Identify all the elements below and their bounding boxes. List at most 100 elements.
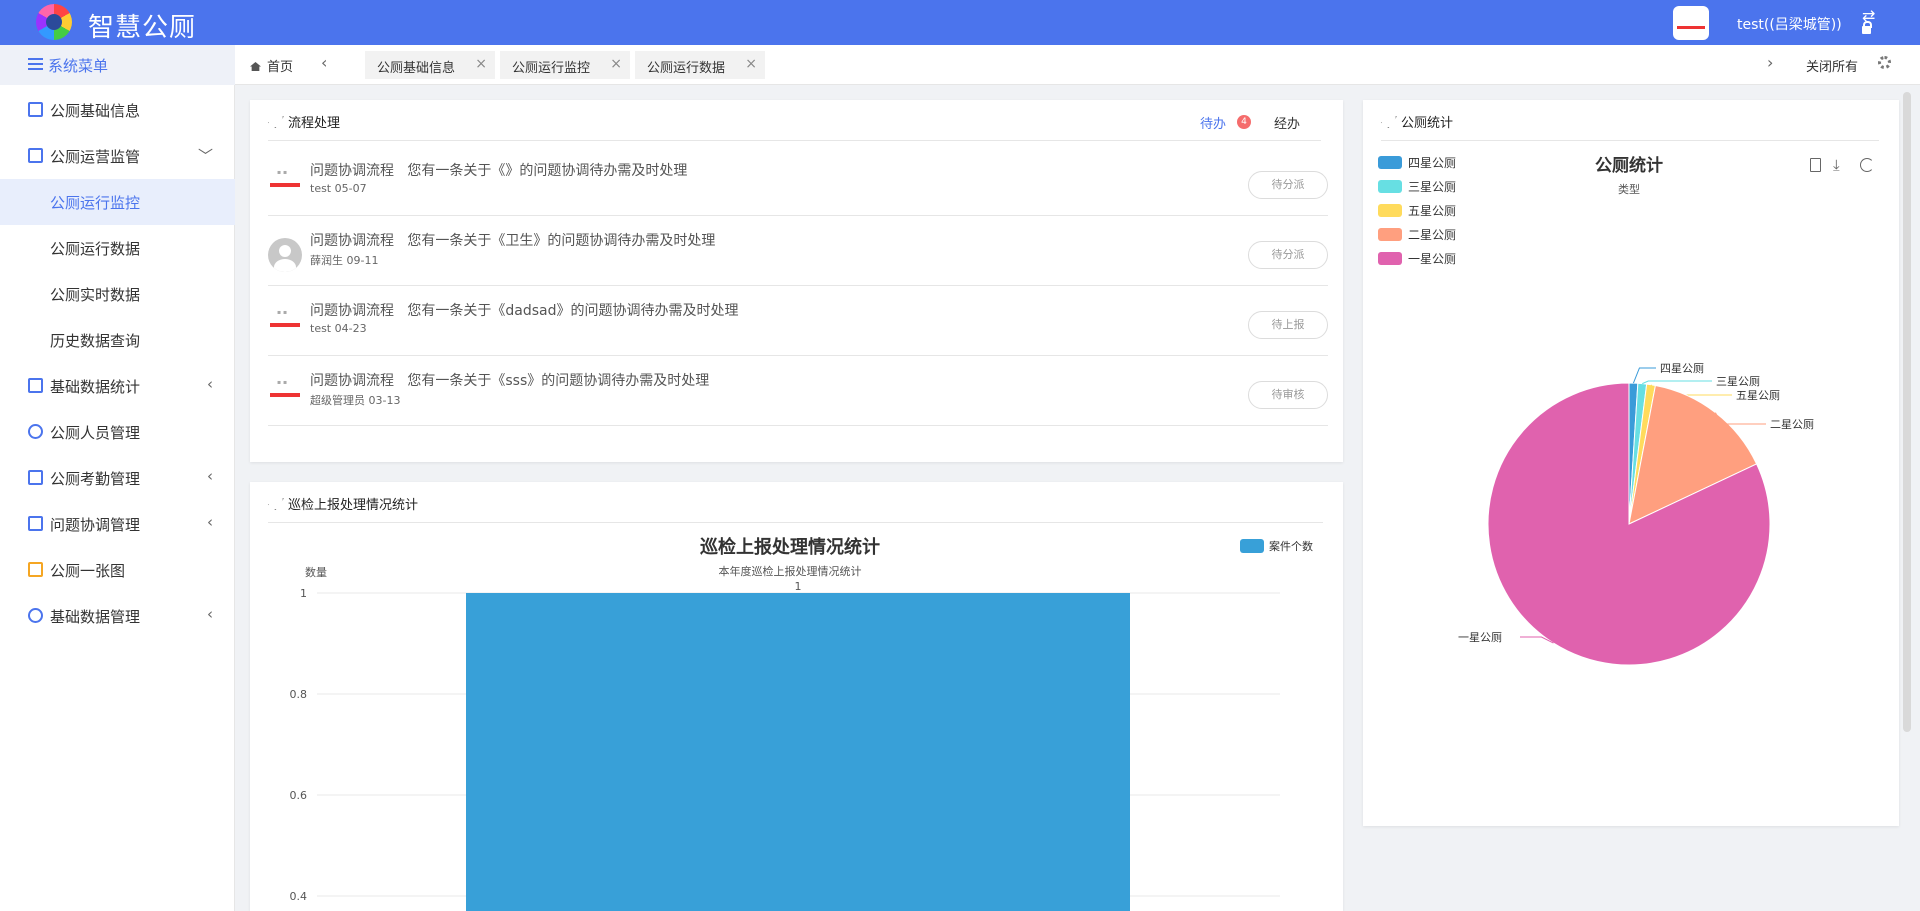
tab-home[interactable]: 首页: [250, 56, 293, 75]
app-logo: [36, 4, 72, 40]
sidebar-item-label: 公厕运营监管: [50, 148, 141, 166]
user-name[interactable]: test((吕梁城管)): [1737, 14, 1842, 34]
top-bar: 智慧公厕 test((吕梁城管)) ⇄: [0, 0, 1920, 45]
avatar: [268, 378, 302, 412]
sidebar-item-label: 公厕人员管理: [50, 424, 141, 442]
tab-next-button[interactable]: ›: [1767, 53, 1773, 72]
send-icon: [266, 116, 284, 128]
tab-basic-info[interactable]: 公厕基础信息 ×: [365, 51, 495, 79]
close-icon[interactable]: ×: [745, 56, 757, 72]
process-title-text: 流程处理: [288, 116, 341, 131]
task-text: 问题协调流程 您有一条关于《卫生》的问题协调待办需及时处理: [310, 233, 716, 249]
avatar: [268, 308, 302, 342]
tab-monitor[interactable]: 公厕运行监控 ×: [500, 51, 630, 79]
slice-label: 三星公厕: [1716, 375, 1760, 388]
sidebar-item-label: 基础数据管理: [50, 608, 141, 626]
sidebar-item-label: 公厕考勤管理: [50, 470, 141, 488]
task-meta: test 04-23: [310, 322, 367, 335]
task-status-button[interactable]: 待上报: [1248, 311, 1328, 339]
bar: [466, 593, 1130, 911]
y-tick-label: 0.6: [290, 789, 308, 802]
slice-label: 四星公厕: [1660, 362, 1704, 375]
task-status-button[interactable]: 待审核: [1248, 381, 1328, 409]
tab-prev-button[interactable]: ‹: [321, 53, 327, 72]
close-icon[interactable]: ×: [610, 56, 622, 72]
legend-label: 三星公厕: [1408, 180, 1456, 194]
process-card: 流程处理 待办 经办 问题协调流程 您有一条关于《》的问题协调待办需及时处理 te…: [250, 100, 1343, 462]
sidebar-item-10[interactable]: 公厕一张图: [0, 547, 235, 593]
sidebar-item-label: 基础数据统计: [50, 378, 141, 396]
avatar[interactable]: [1673, 6, 1709, 40]
sidebar-item-4[interactable]: 公厕实时数据: [0, 271, 235, 317]
task-status-button[interactable]: 待分派: [1248, 171, 1328, 199]
avatar: [268, 168, 302, 202]
tab-run-data[interactable]: 公厕运行数据 ×: [635, 51, 765, 79]
doc-icon: [28, 516, 43, 531]
area-chart-icon: [28, 148, 43, 163]
close-icon[interactable]: ×: [475, 56, 487, 72]
data-view-icon[interactable]: [1810, 158, 1821, 172]
chevron-left-icon: ‹: [207, 605, 213, 623]
pie-subtitle: 类型: [1618, 182, 1640, 196]
legend-swatch: [1378, 204, 1402, 217]
legend-label: 一星公厕: [1408, 252, 1456, 266]
lock-icon[interactable]: [1862, 21, 1872, 34]
task-item[interactable]: 问题协调流程 您有一条关于《dadsad》的问题协调待办需及时处理 test 04…: [268, 286, 1328, 356]
task-item[interactable]: 问题协调流程 您有一条关于《卫生》的问题协调待办需及时处理 薛润生 09-11 待分…: [268, 216, 1328, 286]
sidebar-item-8[interactable]: 公厕考勤管理 ‹: [0, 455, 235, 501]
chevron-down-icon: ﹀: [197, 147, 213, 165]
sidebar-item-11[interactable]: 基础数据管理 ‹: [0, 593, 235, 639]
stats-pie-chart: 公厕统计类型四星公厕三星公厕五星公厕二星公厕一星公厕四星公厕三星公厕五星公厕二星…: [1378, 155, 1814, 666]
tab-home-label: 首页: [267, 60, 294, 75]
legend-label: 二星公厕: [1408, 228, 1456, 242]
task-item[interactable]: 问题协调流程 您有一条关于《sss》的问题协调待办需及时处理超级管理员 03-1…: [268, 356, 1328, 426]
sidebar-item-2[interactable]: 公厕运行监控: [0, 179, 235, 225]
chevron-left-icon: ‹: [207, 513, 213, 531]
sidebar-item-label: 公厕一张图: [50, 562, 126, 580]
image-icon: [28, 562, 43, 577]
user-icon: [28, 424, 43, 439]
task-status-button[interactable]: 待分派: [1248, 241, 1328, 269]
system-menu-header[interactable]: 系统菜单: [0, 45, 235, 85]
chart-subtitle: 本年度巡检上报处理情况统计: [719, 564, 862, 578]
refresh-icon[interactable]: [1860, 158, 1874, 172]
inspection-bar-chart: 巡检上报处理情况统计本年度巡检上报处理情况统计 数量 1 0.8 0.6 0.4 1 案件个数: [290, 536, 1313, 911]
sidebar-item-label: 公厕运行监控: [50, 194, 141, 212]
sidebar-item-9[interactable]: 问题协调管理 ‹: [0, 501, 235, 547]
doc-icon: [28, 102, 43, 117]
label-line: [1642, 380, 1712, 385]
sidebar-item-label: 问题协调管理: [50, 516, 141, 534]
sidebar-item-0[interactable]: 公厕基础信息: [0, 87, 235, 133]
chevron-left-icon: ‹: [207, 375, 213, 393]
slice-label: 五星公厕: [1736, 389, 1780, 402]
sidebar-item-label: 公厕基础信息: [50, 102, 141, 120]
slice-label: 二星公厕: [1770, 418, 1814, 431]
chevron-left-icon: ‹: [207, 467, 213, 485]
list-icon: [28, 58, 43, 70]
legend-label: 案件个数: [1269, 539, 1313, 553]
tab-todo[interactable]: 待办: [1200, 113, 1226, 132]
legend-swatch: [1378, 228, 1402, 241]
system-menu-label: 系统菜单: [48, 57, 109, 75]
sidebar-item-3[interactable]: 公厕运行数据: [0, 225, 235, 271]
y-tick-label: 0.8: [290, 688, 308, 701]
tab-label: 公厕基础信息: [377, 61, 456, 76]
task-item[interactable]: 问题协调流程 您有一条关于《》的问题协调待办需及时处理 test 05-07 待分派: [268, 146, 1328, 216]
close-all-button[interactable]: 关闭所有: [1806, 56, 1858, 75]
home-icon: [250, 62, 261, 71]
process-title: 流程处理: [268, 112, 340, 131]
sidebar: 系统菜单 公厕基础信息 公厕运营监管 ﹀ 公厕运行监控公厕运行数据 公厕实时数据历史数据…: [0, 45, 235, 911]
divider: [268, 140, 1321, 141]
download-icon[interactable]: ⤓: [1833, 158, 1847, 173]
task-text: 问题协调流程 您有一条关于《dadsad》的问题协调待办需及时处理: [310, 303, 739, 319]
sidebar-item-label: 历史数据查询: [50, 332, 141, 350]
task-meta: 超级管理员 03-13: [310, 394, 401, 407]
tab-done[interactable]: 经办: [1274, 113, 1300, 132]
sidebar-item-6[interactable]: 基础数据统计 ‹: [0, 363, 235, 409]
sidebar-item-1[interactable]: 公厕运营监管 ﹀: [0, 133, 235, 179]
gear-icon[interactable]: [1878, 56, 1891, 69]
sidebar-item-7[interactable]: 公厕人员管理: [0, 409, 235, 455]
sidebar-item-5[interactable]: 历史数据查询: [0, 317, 235, 363]
page-scrollbar[interactable]: [1903, 92, 1911, 732]
legend-label: 五星公厕: [1408, 204, 1456, 218]
